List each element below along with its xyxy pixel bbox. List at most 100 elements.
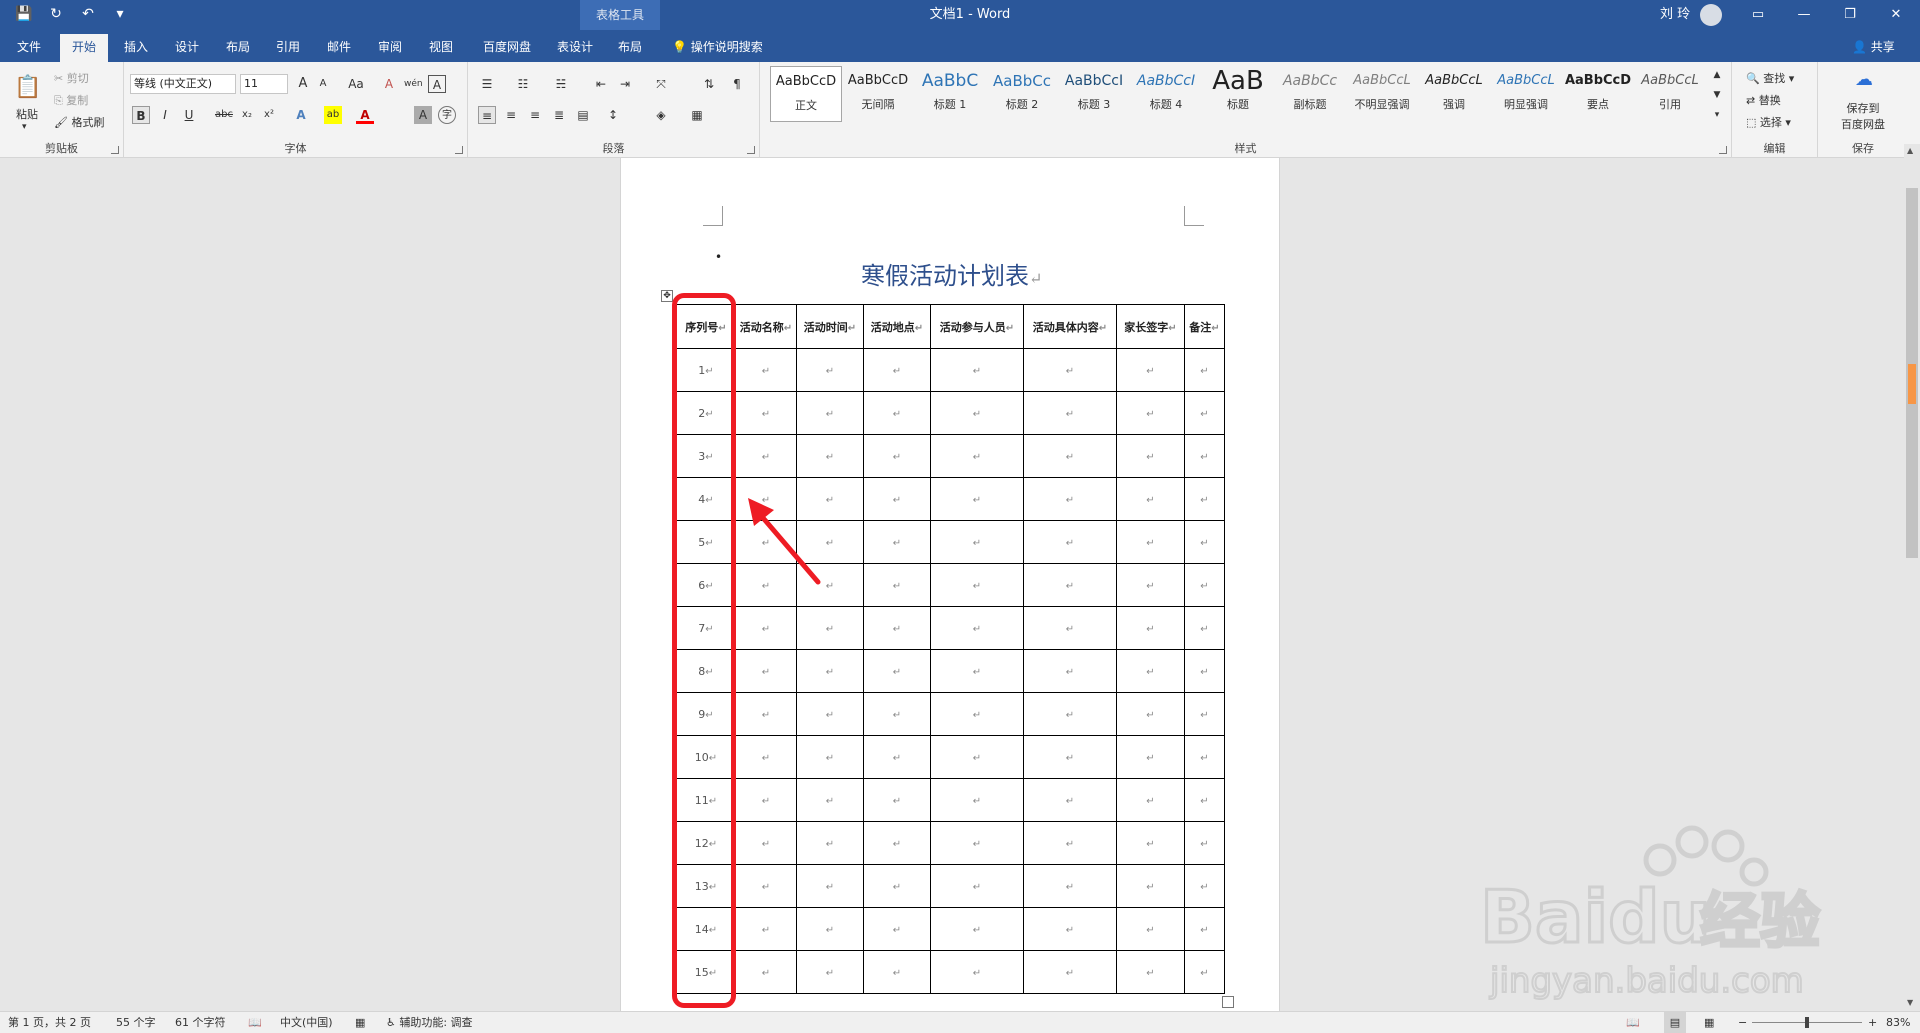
- baidu-netdisk-icon[interactable]: ☁: [1852, 68, 1876, 92]
- page-count[interactable]: 第 1 页，共 2 页: [8, 1012, 91, 1033]
- table-cell[interactable]: ↵: [1116, 348, 1185, 392]
- copy-button[interactable]: ⎘ 复制: [54, 92, 88, 108]
- tab-home[interactable]: 开始: [60, 34, 108, 62]
- table-cell[interactable]: ↵: [930, 391, 1024, 435]
- vertical-scrollbar[interactable]: ▲ ▼: [1904, 144, 1920, 1011]
- table-cell[interactable]: ↵: [1116, 821, 1185, 865]
- tab-design[interactable]: 设计: [165, 34, 209, 62]
- table-header-cell[interactable]: 家长签字↵: [1116, 304, 1185, 349]
- table-cell[interactable]: ↵: [1023, 692, 1117, 736]
- table-cell[interactable]: ↵: [1023, 735, 1117, 779]
- tab-layout[interactable]: 布局: [216, 34, 260, 62]
- tab-review[interactable]: 审阅: [368, 34, 412, 62]
- bullets-icon[interactable]: ☰: [478, 75, 496, 93]
- table-cell[interactable]: ↵: [1116, 778, 1185, 822]
- underline-button[interactable]: U: [180, 106, 198, 124]
- table-cell[interactable]: ↵: [930, 778, 1024, 822]
- find-button[interactable]: 🔍 查找 ▾: [1746, 70, 1794, 86]
- shrink-font-icon[interactable]: A: [314, 75, 332, 93]
- clear-formatting-icon[interactable]: A: [380, 75, 398, 93]
- paste-icon[interactable]: 📋: [14, 72, 42, 104]
- highlight-color-icon[interactable]: ab: [324, 106, 342, 124]
- table-cell[interactable]: ↵: [1184, 348, 1225, 392]
- font-name-select[interactable]: 等线 (中文正文): [130, 74, 236, 94]
- justify-icon[interactable]: ≣: [550, 106, 568, 124]
- accessibility-status[interactable]: ♿ 辅助功能: 调查: [386, 1012, 473, 1033]
- enclose-characters-icon[interactable]: 字: [438, 106, 456, 124]
- customize-qat-icon[interactable]: ▾: [110, 4, 130, 24]
- table-cell[interactable]: ↵: [1184, 520, 1225, 564]
- table-header-cell[interactable]: 活动时间↵: [796, 304, 864, 349]
- table-cell[interactable]: ↵: [735, 692, 797, 736]
- table-cell[interactable]: ↵: [1023, 606, 1117, 650]
- table-cell[interactable]: ↵: [796, 735, 864, 779]
- styles-launcher-icon[interactable]: [1719, 146, 1727, 154]
- table-header-cell[interactable]: 活动具体内容↵: [1023, 304, 1117, 349]
- table-cell[interactable]: ↵: [1184, 391, 1225, 435]
- character-shading-icon[interactable]: A: [414, 106, 432, 124]
- zoom-in-button[interactable]: +: [1868, 1012, 1877, 1033]
- table-cell[interactable]: ↵: [930, 907, 1024, 951]
- table-cell[interactable]: ↵: [1116, 391, 1185, 435]
- table-cell[interactable]: ↵: [1023, 907, 1117, 951]
- table-cell[interactable]: ↵: [735, 950, 797, 994]
- table-cell[interactable]: ↵: [1116, 950, 1185, 994]
- share-button[interactable]: 👤 共享: [1852, 34, 1895, 62]
- table-cell[interactable]: ↵: [735, 606, 797, 650]
- table-cell[interactable]: ↵: [1023, 477, 1117, 521]
- table-cell[interactable]: ↵: [930, 864, 1024, 908]
- table-cell[interactable]: ↵: [930, 821, 1024, 865]
- activity-plan-table[interactable]: 序列号↵ 活动名称↵ 活动时间↵ 活动地点↵ 活动参与人员↵ 活动具体内容↵ 家长签字↵ 备注…: [676, 304, 1225, 994]
- table-cell[interactable]: ↵: [863, 434, 931, 478]
- tab-references[interactable]: 引用: [266, 34, 310, 62]
- table-cell[interactable]: ↵: [1023, 778, 1117, 822]
- table-cell[interactable]: ↵: [735, 735, 797, 779]
- table-cell[interactable]: ↵: [1116, 477, 1185, 521]
- increase-indent-icon[interactable]: ⇥: [616, 75, 634, 93]
- table-cell[interactable]: ↵: [930, 563, 1024, 607]
- tab-insert[interactable]: 插入: [114, 34, 158, 62]
- scroll-down-icon[interactable]: ▼: [1907, 998, 1913, 1007]
- table-cell[interactable]: ↵: [930, 434, 1024, 478]
- tab-file[interactable]: 文件: [8, 34, 50, 62]
- italic-button[interactable]: I: [156, 106, 174, 124]
- table-cell[interactable]: ↵: [863, 907, 931, 951]
- table-cell[interactable]: ↵: [796, 950, 864, 994]
- table-cell[interactable]: ↵: [1116, 563, 1185, 607]
- clipboard-launcher-icon[interactable]: [111, 146, 119, 154]
- table-cell[interactable]: ↵: [863, 348, 931, 392]
- shading-icon[interactable]: ◈: [652, 106, 670, 124]
- table-cell[interactable]: ↵: [1184, 735, 1225, 779]
- table-cell[interactable]: ↵: [1184, 649, 1225, 693]
- table-move-handle-icon[interactable]: ✥: [661, 290, 673, 302]
- table-cell[interactable]: ↵: [863, 391, 931, 435]
- redo-icon[interactable]: ↻: [46, 4, 66, 24]
- table-cell[interactable]: ↵: [1023, 864, 1117, 908]
- show-marks-icon[interactable]: ¶: [728, 75, 746, 93]
- table-cell[interactable]: ↵: [1023, 520, 1117, 564]
- save-icon[interactable]: 💾: [14, 4, 34, 24]
- table-cell[interactable]: ↵: [930, 649, 1024, 693]
- table-cell[interactable]: ↵: [735, 391, 797, 435]
- style-item[interactable]: AaBbCc 副标题: [1274, 66, 1346, 122]
- cut-button[interactable]: ✂ 剪切: [54, 70, 89, 86]
- avatar[interactable]: [1700, 4, 1722, 26]
- table-cell[interactable]: ↵: [1116, 907, 1185, 951]
- table-cell[interactable]: ↵: [1023, 391, 1117, 435]
- style-item[interactable]: AaBbCcL 引用: [1634, 66, 1706, 122]
- table-cell[interactable]: ↵: [1023, 434, 1117, 478]
- font-color-icon[interactable]: A: [356, 106, 374, 124]
- text-effects-icon[interactable]: A: [292, 106, 310, 124]
- table-cell[interactable]: ↵: [1116, 649, 1185, 693]
- line-spacing-icon[interactable]: ↕: [604, 106, 622, 124]
- sort-icon[interactable]: ⇅: [700, 75, 718, 93]
- read-mode-icon[interactable]: 📖: [1626, 1012, 1640, 1033]
- ribbon-display-options-icon[interactable]: ▭: [1735, 0, 1781, 30]
- paste-dropdown-icon[interactable]: ▾: [22, 122, 27, 132]
- table-cell[interactable]: ↵: [735, 864, 797, 908]
- table-cell[interactable]: ↵: [1023, 821, 1117, 865]
- table-cell[interactable]: ↵: [863, 606, 931, 650]
- table-cell[interactable]: ↵: [863, 778, 931, 822]
- table-header-cell[interactable]: 活动参与人员↵: [930, 304, 1024, 349]
- zoom-level[interactable]: 83%: [1886, 1012, 1910, 1033]
